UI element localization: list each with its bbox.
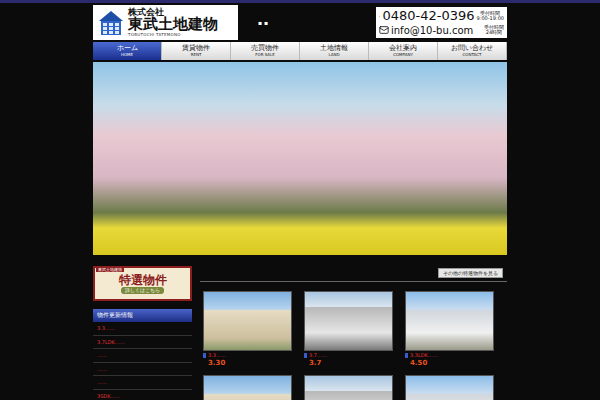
property-photo	[304, 291, 393, 351]
phone-hours: 受付時間9:00-19:00	[477, 11, 504, 22]
update-item[interactable]: ……	[93, 363, 192, 377]
banner-link: 詳しくはこちら	[121, 287, 164, 294]
logo-sub: 株式会社	[128, 8, 218, 17]
mail-icon	[379, 25, 389, 35]
property-card[interactable]: 3.3LDK……4.50	[405, 291, 494, 367]
nav-item[interactable]: お問い合わせCONTACT	[438, 42, 507, 60]
nav-bar: ホームHOME賃貸物件RENT売買物件FOR SALE土地情報LAND会社案内C…	[93, 42, 507, 60]
logo-roman: TOBUTOCHI TATEMONO	[128, 33, 218, 37]
property-photo	[203, 375, 292, 400]
email-hours: 受付時間24時間	[484, 25, 504, 36]
update-item[interactable]: 3.3……	[93, 322, 192, 336]
featured-section: その他の特選物件を見る3.3……3.303.7……3.73.3LDK……4.50	[200, 266, 507, 400]
property-photo	[405, 375, 494, 400]
phone-icon	[379, 11, 380, 22]
update-item[interactable]: ……	[93, 349, 192, 363]
property-grid: 3.3……3.303.7……3.73.3LDK……4.50	[200, 282, 507, 400]
updates-header: 物件更新情報	[93, 309, 192, 322]
banner-tag: 東武土地建物	[96, 267, 124, 272]
contact-box: 0480-42-0396受付時間9:00-19:00 info@10-bu.com…	[376, 7, 507, 37]
bullet-icon	[405, 353, 408, 358]
property-card[interactable]	[304, 375, 393, 400]
property-caption: 3.7……	[304, 352, 393, 358]
property-price: 4.50	[405, 359, 494, 367]
more-row: その他の特選物件を見る	[200, 266, 507, 282]
nav-item[interactable]: 売買物件FOR SALE	[231, 42, 300, 60]
sidebar: 東武土地建物特選物件詳しくはこちら物件更新情報3.3……3.7LDK…………………	[93, 266, 192, 400]
nav-item[interactable]: 会社案内COMPANY	[369, 42, 438, 60]
update-item[interactable]: ……	[93, 376, 192, 390]
bullet-icon	[304, 353, 307, 358]
phone-row[interactable]: 0480-42-0396受付時間9:00-19:00	[379, 9, 504, 23]
property-card[interactable]	[203, 375, 292, 400]
nav-item[interactable]: 賃貸物件RENT	[162, 42, 231, 60]
nav-item[interactable]: 土地情報LAND	[300, 42, 369, 60]
banner-title: 特選物件	[119, 274, 167, 287]
logo-text: 株式会社東武土地建物TOBUTOCHI TATEMONO	[128, 8, 218, 37]
more-button[interactable]: その他の特選物件を見る	[438, 268, 503, 278]
property-card[interactable]	[405, 375, 494, 400]
property-price: 3.30	[203, 359, 292, 367]
property-caption: 3.3……	[203, 352, 292, 358]
hero-photo	[93, 62, 507, 255]
email-row[interactable]: info@10-bu.com 受付時間24時間	[379, 25, 504, 36]
property-card[interactable]: 3.7……3.7	[304, 291, 393, 367]
property-photo	[405, 291, 494, 351]
featured-banner[interactable]: 東武土地建物特選物件詳しくはこちら	[93, 266, 192, 301]
email-address: info@10-bu.com	[391, 25, 473, 36]
logo[interactable]: 株式会社東武土地建物TOBUTOCHI TATEMONO	[93, 5, 238, 40]
nav-item[interactable]: ホームHOME	[93, 42, 162, 60]
property-card[interactable]: 3.3……3.30	[203, 291, 292, 367]
property-price: 3.7	[304, 359, 393, 367]
update-item[interactable]: 3SDK……	[93, 390, 192, 400]
content: 東武土地建物特選物件詳しくはこちら物件更新情報3.3……3.7LDK…………………	[93, 266, 507, 400]
page: 株式会社東武土地建物TOBUTOCHI TATEMONO▪ ▪0480-42-0…	[93, 3, 507, 400]
header: 株式会社東武土地建物TOBUTOCHI TATEMONO ▪ ▪ 0480-42-0…	[93, 3, 507, 42]
top-line	[0, 0, 600, 3]
logo-name: 東武土地建物	[128, 17, 218, 33]
property-photo	[203, 291, 292, 351]
bullet-icon	[203, 353, 206, 358]
logo-building-icon	[98, 10, 124, 36]
phone-number: 0480-42-0396	[382, 9, 474, 23]
update-item[interactable]: 3.7LDK……	[93, 336, 192, 350]
header-marks: ▪ ▪	[258, 19, 268, 26]
property-photo	[304, 375, 393, 400]
property-caption: 3.3LDK……	[405, 352, 494, 358]
